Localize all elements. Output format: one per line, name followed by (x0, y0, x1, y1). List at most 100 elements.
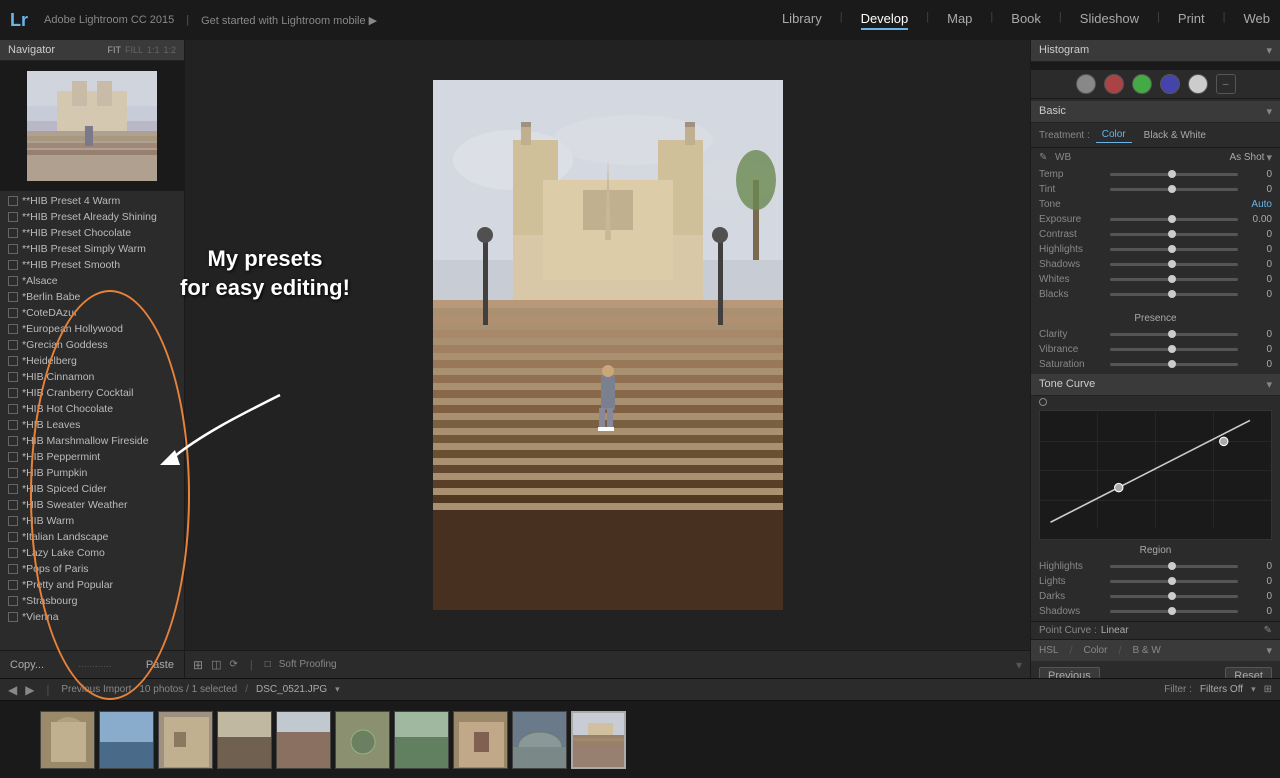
preset-checkbox[interactable] (8, 596, 18, 606)
preset-checkbox[interactable] (8, 548, 18, 558)
wb-dropdown-icon[interactable]: ▾ (1266, 151, 1272, 164)
vibrance-thumb[interactable] (1168, 345, 1176, 353)
preset-item[interactable]: *Pops of Paris (0, 561, 184, 577)
preset-checkbox[interactable] (8, 228, 18, 238)
preset-item[interactable]: **HIB Preset 4 Warm (0, 193, 184, 209)
filter-dropdown-icon[interactable]: ▾ (1251, 684, 1256, 695)
promo-link[interactable]: Get started with Lightroom mobile ▶ (201, 14, 377, 27)
preset-checkbox[interactable] (8, 564, 18, 574)
preset-checkbox[interactable] (8, 356, 18, 366)
color-label2[interactable]: Color (1084, 645, 1108, 656)
preset-checkbox[interactable] (8, 212, 18, 222)
nav-library[interactable]: Library (782, 11, 822, 30)
preset-item[interactable]: *Lazy Lake Como (0, 545, 184, 561)
temp-thumb[interactable] (1168, 170, 1176, 178)
nav-print[interactable]: Print (1178, 11, 1205, 30)
preset-item[interactable]: *Berlin Babe (0, 289, 184, 305)
minus-icon[interactable]: – (1216, 74, 1236, 94)
point-curve-edit-icon[interactable]: ✎ (1264, 625, 1272, 636)
preset-checkbox[interactable] (8, 580, 18, 590)
lum-icon[interactable] (1188, 74, 1208, 94)
preset-item[interactable]: *Strasbourg (0, 593, 184, 609)
previous-button[interactable]: Previous (1039, 667, 1100, 678)
tint-thumb[interactable] (1168, 185, 1176, 193)
exposure-thumb[interactable] (1168, 215, 1176, 223)
preset-item[interactable]: *HIB Cinnamon (0, 369, 184, 385)
preset-checkbox[interactable] (8, 292, 18, 302)
eyedropper-icon[interactable]: ✎ (1039, 152, 1055, 163)
red-channel-icon[interactable] (1104, 74, 1124, 94)
preset-checkbox[interactable] (8, 308, 18, 318)
filter-value[interactable]: Filters Off (1200, 684, 1243, 695)
preset-checkbox[interactable] (8, 500, 18, 510)
filmstrip-thumb[interactable] (394, 711, 449, 769)
preset-item[interactable]: **HIB Preset Simply Warm (0, 241, 184, 257)
preset-item[interactable]: *HIB Pumpkin (0, 465, 184, 481)
copy-button[interactable]: Copy... (4, 657, 50, 673)
filename-dropdown[interactable]: ▾ (335, 684, 340, 695)
basic-arrow[interactable]: ▾ (1266, 105, 1272, 118)
preset-checkbox[interactable] (8, 324, 18, 334)
preset-item[interactable]: *HIB Sweater Weather (0, 497, 184, 513)
preset-item[interactable]: *Vienna (0, 609, 184, 625)
preset-checkbox[interactable] (8, 420, 18, 430)
bw-label2[interactable]: B & W (1132, 645, 1160, 656)
preset-item[interactable]: *HIB Spiced Cider (0, 481, 184, 497)
preset-checkbox[interactable] (8, 484, 18, 494)
preset-item[interactable]: *Alsace (0, 273, 184, 289)
preset-item[interactable]: *HIB Cranberry Cocktail (0, 385, 184, 401)
preset-item[interactable]: *HIB Peppermint (0, 449, 184, 465)
clarity-thumb[interactable] (1168, 330, 1176, 338)
nav-develop[interactable]: Develop (861, 11, 909, 30)
soft-proofing-checkbox[interactable]: □ (265, 659, 271, 670)
shadows-thumb[interactable] (1168, 260, 1176, 268)
preset-checkbox[interactable] (8, 468, 18, 478)
reset-button[interactable]: Reset (1225, 667, 1272, 678)
saturation-thumb[interactable] (1168, 360, 1176, 368)
filmstrip-thumb[interactable] (99, 711, 154, 769)
fit-btn[interactable]: FIT (107, 45, 121, 55)
paste-button[interactable]: Paste (140, 657, 180, 673)
rotate-btn[interactable]: ⟳ (229, 659, 237, 670)
preset-checkbox[interactable] (8, 260, 18, 270)
contrast-thumb[interactable] (1168, 230, 1176, 238)
filmstrip-thumb[interactable] (40, 711, 95, 769)
filmstrip-thumb[interactable] (276, 711, 331, 769)
preset-item[interactable]: *HIB Hot Chocolate (0, 401, 184, 417)
preset-checkbox[interactable] (8, 196, 18, 206)
hsl-label[interactable]: HSL (1039, 645, 1058, 656)
histogram-arrow[interactable]: ▾ (1266, 44, 1272, 57)
preset-checkbox[interactable] (8, 340, 18, 350)
tone-curve-area[interactable] (1039, 410, 1272, 540)
preset-item[interactable]: **HIB Preset Smooth (0, 257, 184, 273)
nav-next-icon[interactable]: ▶ (25, 683, 34, 697)
point-curve-value[interactable]: Linear (1101, 625, 1129, 636)
blue-channel-icon[interactable] (1160, 74, 1180, 94)
preset-checkbox[interactable] (8, 372, 18, 382)
preset-checkbox[interactable] (8, 404, 18, 414)
filmstrip-thumb[interactable] (453, 711, 508, 769)
highlights-thumb[interactable] (1168, 245, 1176, 253)
nav-web[interactable]: Web (1244, 11, 1271, 30)
highlights-r-thumb[interactable] (1168, 562, 1176, 570)
tone-curve-arrow[interactable]: ▾ (1266, 378, 1272, 391)
1-1-btn[interactable]: 1:1 (147, 45, 160, 55)
preset-item[interactable]: *European Hollywood (0, 321, 184, 337)
preset-item[interactable]: *Grecian Goddess (0, 337, 184, 353)
preset-item[interactable]: *HIB Marshmallow Fireside (0, 433, 184, 449)
nav-slideshow[interactable]: Slideshow (1080, 11, 1139, 30)
hsl-arrow[interactable]: ▾ (1266, 644, 1272, 657)
preset-checkbox[interactable] (8, 244, 18, 254)
shadows-r-thumb[interactable] (1168, 607, 1176, 615)
preset-item[interactable]: *Italian Landscape (0, 529, 184, 545)
filmstrip-thumb[interactable] (512, 711, 567, 769)
view-mode-btn[interactable]: ⊞ (193, 658, 203, 672)
full-color-icon[interactable] (1076, 74, 1096, 94)
filmstrip-thumb[interactable] (217, 711, 272, 769)
filmstrip-thumb[interactable] (571, 711, 626, 769)
preset-checkbox[interactable] (8, 388, 18, 398)
preset-checkbox[interactable] (8, 452, 18, 462)
bw-treatment-btn[interactable]: Black & White (1138, 128, 1212, 143)
filmstrip-thumb[interactable] (158, 711, 213, 769)
filter-extra-btn[interactable]: ⊞ (1264, 684, 1272, 695)
